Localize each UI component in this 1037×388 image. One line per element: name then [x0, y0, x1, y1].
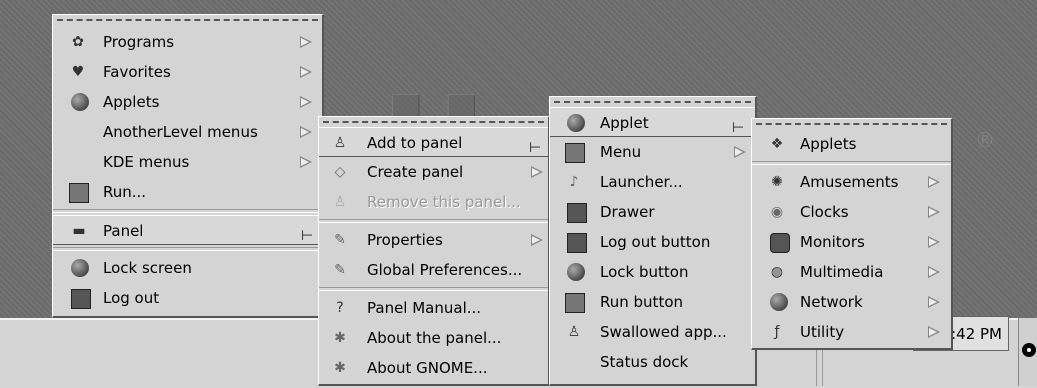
favorites-icon: ♥: [71, 64, 85, 80]
utility-icon: ƒ: [774, 324, 780, 340]
submenu-arrow-icon: [300, 126, 312, 138]
menu-item-kde[interactable]: KDE menus: [53, 147, 322, 177]
menu-item-clocks[interactable]: ◉ Clocks: [752, 197, 951, 227]
menu-item-panel-manual[interactable]: ? Panel Manual...: [319, 293, 548, 323]
drawer-icon: [567, 203, 587, 223]
submenu-arrow-icon: [300, 96, 312, 108]
panel-hide-button[interactable]: [1018, 318, 1037, 386]
applet-menu-tearoff[interactable]: [752, 119, 951, 129]
menu-separator: [53, 247, 322, 251]
launcher-icon: ♪: [569, 174, 579, 190]
submenu-arrow-icon: [928, 266, 940, 278]
menu-item-anotherlevel[interactable]: AnotherLevel menus: [53, 117, 322, 147]
main-menu: ✿ Programs ♥ Favorites Applets AnotherLe…: [52, 14, 324, 318]
menu-item-about-panel[interactable]: ✱ About the panel...: [319, 323, 548, 353]
applets-icon: [71, 93, 89, 111]
panel-menu-tearoff[interactable]: [319, 117, 548, 127]
menu-item-create-panel[interactable]: ◇ Create panel: [319, 157, 548, 187]
help-icon: ?: [336, 300, 344, 316]
monitors-icon: [770, 233, 790, 253]
menu-item-add-to-panel[interactable]: ♙ Add to panel ⊢: [319, 127, 548, 157]
submenu-arrow-icon: [300, 66, 312, 78]
global-preferences-icon: ✎: [334, 262, 346, 278]
programs-icon: ✿: [72, 34, 84, 50]
menu-item-lock-screen[interactable]: Lock screen: [53, 253, 322, 283]
applet-icon: [567, 114, 585, 132]
menu-item-favorites[interactable]: ♥ Favorites: [53, 57, 322, 87]
applets-folder-icon: ❖: [770, 136, 784, 152]
logout-button-icon: [567, 233, 587, 253]
submenu-arrow-icon: [300, 156, 312, 168]
gnome-foot-icon: ✱: [334, 360, 346, 376]
main-menu-tearoff[interactable]: [53, 15, 322, 25]
menu-item-utility[interactable]: ƒ Utility: [752, 317, 951, 347]
panel-icon: ▬: [72, 223, 86, 239]
swallowed-app-icon: ♙: [567, 324, 581, 340]
menu-item-log-out[interactable]: Log out: [53, 283, 322, 313]
menu-separator: [319, 287, 548, 291]
menu-item-network[interactable]: Network: [752, 287, 951, 317]
menu-item-launcher[interactable]: ♪ Launcher...: [550, 167, 755, 197]
add-menu-tearoff[interactable]: [550, 97, 755, 107]
run-button-icon: [565, 293, 585, 313]
logout-icon: [71, 289, 91, 309]
menu-item-lock-button[interactable]: Lock button: [550, 257, 755, 287]
about-icon: ✱: [334, 330, 346, 346]
lock-button-icon: [567, 263, 585, 281]
menu-item-logout-button[interactable]: Log out button: [550, 227, 755, 257]
create-panel-icon: ◇: [334, 164, 346, 180]
submenu-arrow-icon: [928, 176, 940, 188]
submenu-open-icon: ⊢: [301, 228, 314, 244]
add-to-panel-submenu: Applet ⊢ Menu ♪ Launcher... Drawer Log o…: [549, 96, 757, 386]
submenu-arrow-icon: [531, 166, 543, 178]
menu-item-applet[interactable]: Applet ⊢: [550, 107, 755, 137]
submenu-arrow-icon: [531, 234, 543, 246]
menu-item-applets[interactable]: Applets: [53, 87, 322, 117]
menu-item-run-button[interactable]: Run button: [550, 287, 755, 317]
submenu-arrow-icon: [928, 206, 940, 218]
menu-item-properties[interactable]: ✎ Properties: [319, 225, 548, 255]
hide-arrow-icon: [1022, 343, 1036, 357]
remove-panel-icon: ♙: [333, 194, 347, 210]
clocks-icon: ◉: [770, 204, 784, 220]
submenu-arrow-icon: [734, 146, 746, 158]
run-icon: [69, 183, 89, 203]
menu-item-applets-folder[interactable]: ❖ Applets: [752, 129, 951, 159]
menu-separator: [319, 219, 548, 223]
multimedia-icon: ◍: [770, 264, 784, 280]
amusements-icon: ✺: [771, 174, 783, 190]
submenu-arrow-icon: [928, 296, 940, 308]
menu-item-remove-panel: ♙ Remove this panel...: [319, 187, 548, 217]
submenu-arrow-icon: [300, 36, 312, 48]
menu-item-drawer[interactable]: Drawer: [550, 197, 755, 227]
menu-item-panel[interactable]: ▬ Panel ⊢: [53, 215, 322, 245]
applet-submenu: ❖ Applets ✺ Amusements ◉ Clocks Monitors…: [751, 118, 953, 350]
menu-item-about-gnome[interactable]: ✱ About GNOME...: [319, 353, 548, 383]
panel-submenu: ♙ Add to panel ⊢ ◇ Create panel ♙ Remove…: [318, 116, 550, 386]
menu-item-menu[interactable]: Menu: [550, 137, 755, 167]
menu-separator: [752, 161, 951, 165]
network-icon: [770, 293, 788, 311]
lock-icon: [71, 259, 89, 277]
menu-item-run[interactable]: Run...: [53, 177, 322, 207]
menu-item-multimedia[interactable]: ◍ Multimedia: [752, 257, 951, 287]
registered-mark: ®: [975, 128, 995, 152]
menu-item-monitors[interactable]: Monitors: [752, 227, 951, 257]
menu-icon: [565, 143, 585, 163]
submenu-arrow-icon: [928, 326, 940, 338]
menu-item-amusements[interactable]: ✺ Amusements: [752, 167, 951, 197]
properties-icon: ✎: [334, 232, 346, 248]
menu-item-global-preferences[interactable]: ✎ Global Preferences...: [319, 255, 548, 285]
menu-item-programs[interactable]: ✿ Programs: [53, 27, 322, 57]
menu-item-swallowed-app[interactable]: ♙ Swallowed app...: [550, 317, 755, 347]
menu-separator: [53, 209, 322, 213]
menu-item-status-dock[interactable]: Status dock: [550, 347, 755, 377]
add-to-panel-icon: ♙: [333, 135, 347, 151]
submenu-arrow-icon: [928, 236, 940, 248]
